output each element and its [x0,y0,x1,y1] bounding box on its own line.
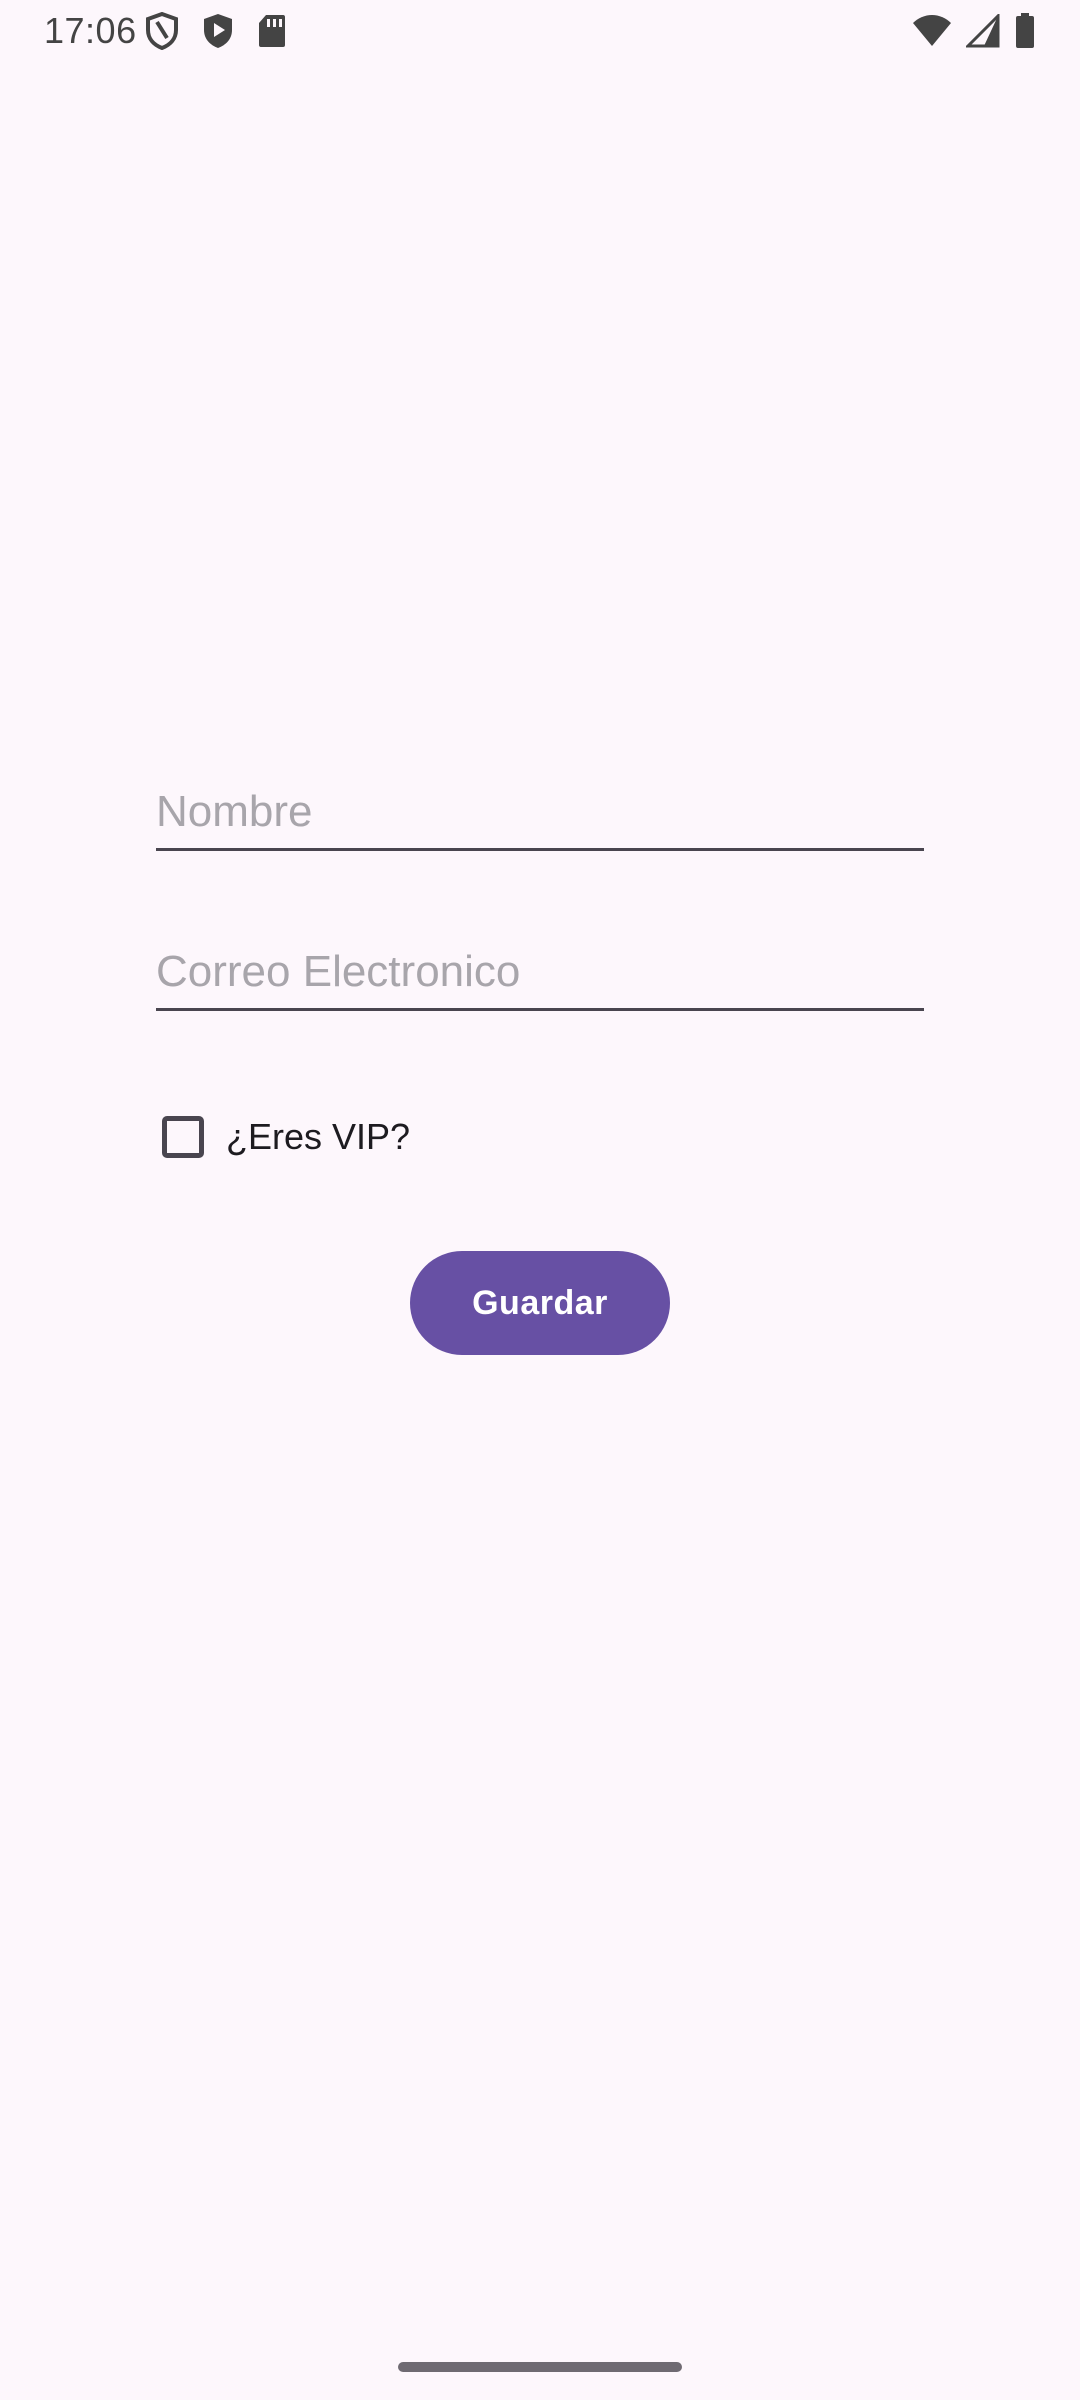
play-shield-icon [201,12,235,50]
shield-outline-icon [145,12,179,50]
email-field[interactable] [156,936,924,1011]
cell-signal-icon [966,14,1000,48]
vip-checkbox-row[interactable]: ¿Eres VIP? [162,1110,410,1164]
wifi-icon [912,14,952,48]
battery-icon [1014,12,1036,50]
vip-checkbox[interactable] [162,1116,204,1158]
status-bar: 17:06 [0,0,1080,64]
status-time: 17:06 [44,10,137,51]
status-left-icons [145,12,287,50]
home-indicator[interactable] [398,2362,682,2372]
name-field[interactable] [156,776,924,851]
vip-checkbox-label[interactable]: ¿Eres VIP? [226,1116,410,1158]
status-right-icons [912,12,1036,50]
email-input[interactable] [156,936,924,1008]
sd-card-icon [257,13,287,49]
save-button[interactable]: Guardar [410,1251,670,1355]
name-input[interactable] [156,776,924,848]
